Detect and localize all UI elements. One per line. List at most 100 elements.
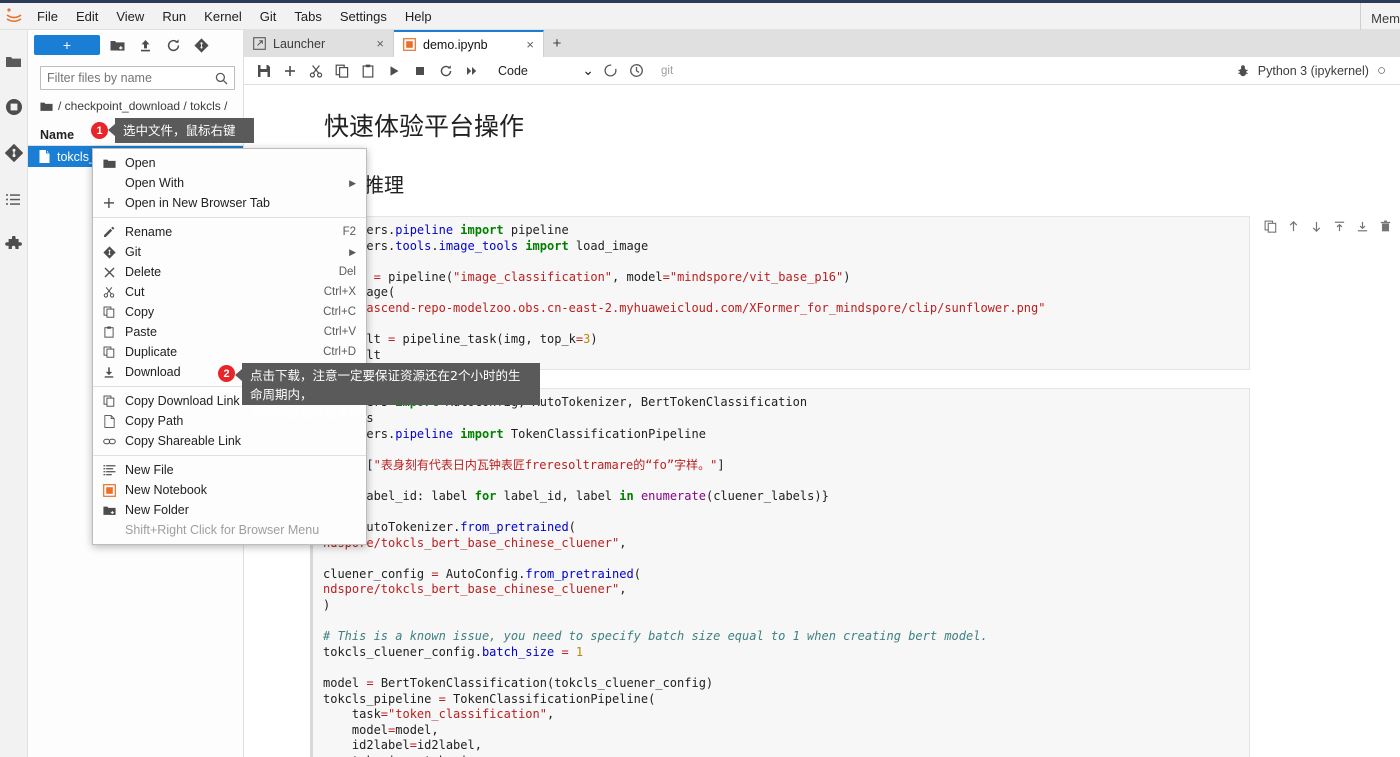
cell-type-value: Code [498,64,528,78]
new-tab-button[interactable]: + [544,30,570,57]
notebook-toolbar: Code ⌄ git [244,57,1400,85]
annotation-callout-1: 选中文件，鼠标右键 [115,118,254,143]
folder-icon [101,157,117,170]
menu-file[interactable]: File [28,1,67,31]
history-icon[interactable] [625,59,648,82]
puzzle-icon [5,236,23,254]
context-menu-label: Copy [125,305,315,319]
kernel-indicator[interactable]: Python 3 (ipykernel) ○ [1236,62,1392,79]
submenu-arrow-icon: ▶ [349,247,356,258]
context-menu-item-open-with[interactable]: Open With ▶ [93,173,366,193]
sidebar-item-file-browser[interactable] [0,38,28,84]
menu-view[interactable]: View [107,1,153,31]
restart-icon[interactable] [434,59,457,82]
copy-icon [101,395,117,407]
add-cell-icon[interactable] [278,59,301,82]
run-icon[interactable] [382,59,405,82]
context-menu-item-copy-shareable-link[interactable]: Copy Shareable Link [93,431,366,451]
restart-run-all-icon[interactable] [460,59,483,82]
copy-icon[interactable] [330,59,353,82]
memory-indicator: Mem [1360,3,1400,33]
git-clone-icon[interactable] [190,34,212,56]
new-launcher-button[interactable]: + [34,35,100,55]
shortcut-label: Del [339,266,356,278]
git-status-label: git [661,65,673,77]
context-menu-label: Duplicate [125,345,315,359]
link-icon [101,435,117,448]
context-menu-label: New Notebook [125,483,356,497]
stop-icon[interactable] [408,59,431,82]
jupyterlab-window: File Edit View Run Kernel Git Tabs Setti… [0,0,1400,757]
close-icon[interactable]: × [376,36,384,51]
page-title: 快速体验平台操作 [324,107,1400,143]
breadcrumb[interactable]: / checkpoint_download / tokcls / [28,97,243,115]
column-header-name: Name [40,128,74,142]
notebook-icon [101,484,117,497]
menu-run[interactable]: Run [153,1,195,31]
file-context-menu: Open Open With ▶ Open in New Browser Tab [92,148,367,545]
context-menu-item-open[interactable]: Open [93,153,366,173]
git-icon [101,246,117,259]
context-menu-label: Rename [125,225,335,239]
file-icon [101,415,117,428]
context-menu-item-new-file[interactable]: New File [93,460,366,480]
delete-cell-icon[interactable] [1379,220,1392,238]
notebook-cell[interactable]: ndformers import AutoConfig, AutoTokeniz… [302,388,1400,757]
context-menu-item-rename[interactable]: Rename F2 [93,222,366,242]
menu-help[interactable]: Help [396,1,441,31]
close-icon[interactable]: × [526,37,534,52]
activity-bar [0,30,28,757]
close-icon [101,267,117,278]
download-icon [101,366,117,379]
upload-icon[interactable] [134,34,156,56]
context-menu-item-duplicate[interactable]: Duplicate Ctrl+D [93,342,366,362]
context-menu-item-new-notebook[interactable]: New Notebook [93,480,366,500]
clipboard-icon [101,326,117,338]
context-menu-item-delete[interactable]: Delete Del [93,262,366,282]
menu-git[interactable]: Git [251,1,286,31]
tab-label: demo.ipynb [423,38,488,52]
cut-icon[interactable] [304,59,327,82]
context-menu-item-copy[interactable]: Copy Ctrl+C [93,302,366,322]
submenu-arrow-icon: ▶ [349,178,356,189]
launcher-icon [253,37,266,50]
notebook-cell[interactable]: ndformers.pipeline import pipeline ndfor… [302,216,1400,370]
move-cell-up-icon[interactable] [1287,220,1300,238]
cell-type-select[interactable]: Code ⌄ [496,60,596,82]
insert-cell-below-icon[interactable] [1356,220,1369,238]
sidebar-item-git[interactable] [0,130,28,176]
kernel-status-indicator: ○ [1377,62,1386,79]
sidebar-item-running[interactable] [0,84,28,130]
code-editor[interactable]: ndformers.pipeline import pipeline ndfor… [310,216,1250,370]
insert-cell-above-icon[interactable] [1333,220,1346,238]
context-menu-item-new-folder[interactable]: New Folder [93,500,366,520]
stop-circle-icon [5,98,23,116]
context-menu-item-cut[interactable]: Cut Ctrl+X [93,282,366,302]
menu-edit[interactable]: Edit [67,1,107,31]
context-menu-item-git[interactable]: Git ▶ [93,242,366,262]
paste-icon[interactable] [356,59,379,82]
file-filter-box[interactable] [40,66,235,90]
duplicate-cell-icon[interactable] [1264,220,1277,238]
context-menu-item-paste[interactable]: Paste Ctrl+V [93,322,366,342]
code-editor[interactable]: ndformers import AutoConfig, AutoTokeniz… [310,388,1250,757]
cell-action-toolbar [1264,220,1392,238]
context-menu-item-open-new-browser-tab[interactable]: Open in New Browser Tab [93,193,366,213]
cell-source: ndformers.pipeline import pipeline ndfor… [323,223,1239,363]
context-menu-label: Copy Shareable Link [125,434,356,448]
sidebar-item-toc[interactable] [0,176,28,222]
search-input[interactable] [47,71,215,85]
tab-demo-notebook[interactable]: demo.ipynb × [394,30,544,57]
tab-launcher[interactable]: Launcher × [244,30,394,57]
context-menu-label: Paste [125,325,316,339]
refresh-icon[interactable] [162,34,184,56]
save-icon[interactable] [252,59,275,82]
menu-settings[interactable]: Settings [331,1,396,31]
new-folder-icon[interactable] [106,34,128,56]
shortcut-label: Ctrl+V [324,326,356,338]
menu-kernel[interactable]: Kernel [195,1,251,31]
git-icon [5,144,23,162]
move-cell-down-icon[interactable] [1310,220,1323,238]
sidebar-item-extensions[interactable] [0,222,28,268]
menu-tabs[interactable]: Tabs [285,1,330,31]
